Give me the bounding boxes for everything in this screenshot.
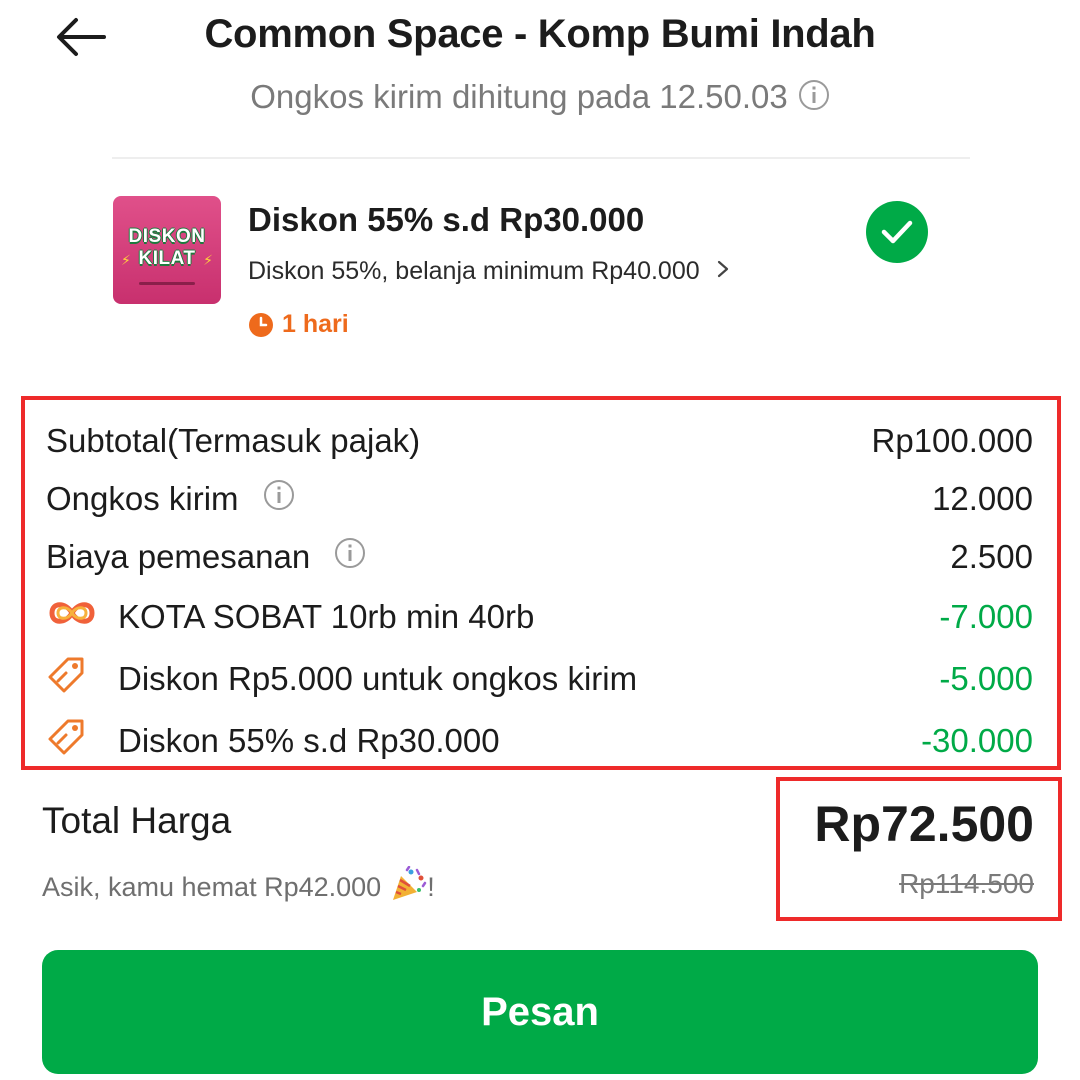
voucher-expiry: 1 hari (248, 310, 349, 339)
breakdown-label: KOTA SOBAT 10rb min 40rb (118, 598, 535, 635)
page-title: Common Space - Komp Bumi Indah (204, 12, 876, 56)
delivery-fee-timestamp: Ongkos kirim dihitung pada 12.50.03 (0, 78, 1080, 119)
thumb-line1: DISKON (128, 226, 206, 247)
breakdown-label: Diskon Rp5.000 untuk ongkos kirim (118, 660, 638, 697)
subscription-loop-icon (46, 598, 98, 636)
breakdown-row-delivery-fee: Ongkos kirim 12.000 (46, 474, 1033, 524)
delivery-fee-timestamp-text: Ongkos kirim dihitung pada 12.50.03 (250, 78, 788, 115)
original-price: Rp114.500 (899, 868, 1034, 899)
saving-message: Asik, kamu hemat Rp42.000 ! (42, 865, 435, 909)
total-label: Total Harga (42, 800, 232, 841)
price-breakdown-highlight: Subtotal(Termasuk pajak) Rp100.000 Ongko… (21, 396, 1061, 770)
breakdown-value: -30.000 (921, 722, 1033, 759)
tag-icon (46, 655, 98, 703)
total-price: Rp72.500 (814, 796, 1034, 852)
clock-icon (249, 312, 273, 337)
voucher-terms-link[interactable]: Diskon 55%, belanja minimum Rp40.000 (248, 257, 730, 286)
lightning-icon: ⚡ (121, 252, 131, 268)
breakdown-row-delivery-discount: Diskon Rp5.000 untuk ongkos kirim -5.000 (46, 654, 1033, 704)
lightning-icon: ⚡ (203, 252, 213, 268)
party-popper-icon (389, 865, 427, 909)
voucher-description: Diskon 55%, belanja minimum Rp40.000 (248, 257, 700, 285)
saving-suffix: ! (427, 872, 435, 902)
breakdown-row-voucher-discount: Diskon 55% s.d Rp30.000 -30.000 (46, 716, 1033, 766)
voucher-expiry-text: 1 hari (282, 310, 349, 338)
breakdown-row-subtotal: Subtotal(Termasuk pajak) Rp100.000 (46, 416, 1033, 466)
breakdown-label: Diskon 55% s.d Rp30.000 (118, 722, 500, 759)
header-divider (112, 157, 970, 159)
breakdown-value: 2.500 (950, 538, 1033, 575)
info-icon[interactable] (334, 537, 366, 577)
saving-text: Asik, kamu hemat Rp42.000 (42, 872, 382, 902)
order-button[interactable]: Pesan (42, 950, 1038, 1074)
breakdown-row-order-fee: Biaya pemesanan 2.500 (46, 532, 1033, 582)
breakdown-row-kota-sobat: KOTA SOBAT 10rb min 40rb -7.000 (46, 592, 1033, 642)
check-icon (881, 220, 913, 244)
diskon-kilat-logo: DISKON KILAT ⚡ ⚡ (113, 196, 221, 304)
chevron-right-icon (716, 257, 730, 286)
voucher-selected-checkbox[interactable] (866, 201, 928, 263)
tag-icon (46, 717, 98, 765)
breakdown-value: -5.000 (939, 660, 1033, 697)
breakdown-value: 12.000 (932, 480, 1033, 517)
info-icon[interactable] (798, 79, 830, 119)
thumb-decoration (139, 282, 195, 285)
breakdown-value: Rp100.000 (871, 422, 1033, 459)
breakdown-label: Ongkos kirim (46, 480, 239, 517)
voucher-title: Diskon 55% s.d Rp30.000 (248, 201, 645, 238)
info-icon[interactable] (263, 479, 295, 519)
breakdown-value: -7.000 (939, 598, 1033, 635)
breakdown-label: Biaya pemesanan (46, 538, 311, 575)
breakdown-label: Subtotal(Termasuk pajak) (46, 422, 421, 459)
